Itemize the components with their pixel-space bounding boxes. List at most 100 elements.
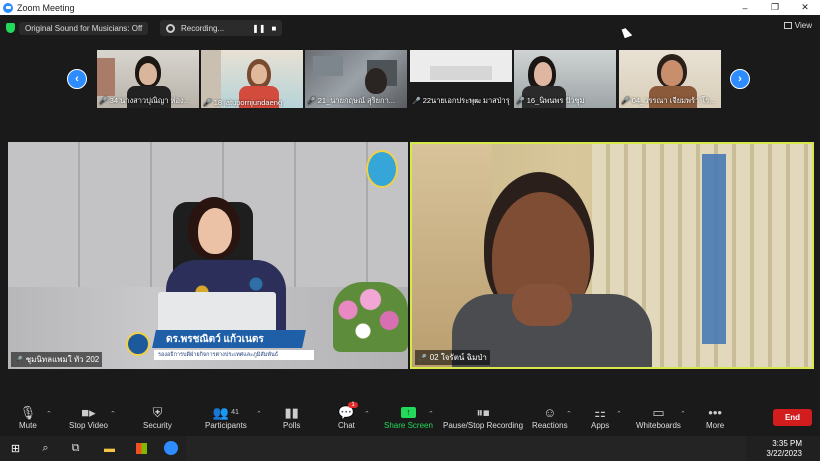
active-speaker-video[interactable]: 🎤 02 ใจรัตน์ ฉิมป่า: [410, 142, 814, 369]
apps-label: Apps: [591, 421, 610, 430]
meeting-toolbar: 🎙 Mute ⌃ ■▸ Stop Video ⌃ ⛨ Security 👥 41 …: [0, 400, 820, 436]
maximize-button[interactable]: ❐: [760, 0, 790, 15]
windows-start-icon[interactable]: ⊞: [8, 441, 23, 456]
encryption-shield-icon: [6, 23, 15, 33]
participant-strip: ‹ 🎤 34 นางสาวปุณิญา ห่อง... 🎤 18 jatupornj…: [0, 50, 820, 108]
university-seal-icon: [366, 150, 398, 188]
chat-button[interactable]: 💬 1 Chat: [338, 402, 358, 430]
participant-thumbnail[interactable]: 🎤 04_วรรณา เจียมพร้า โร...: [619, 50, 721, 108]
end-meeting-button[interactable]: End: [773, 409, 812, 426]
share-screen-icon: ↑: [400, 404, 416, 421]
chat-label: Chat: [338, 421, 355, 430]
recording-controls-label: Pause/Stop Recording: [443, 421, 524, 430]
reactions-button[interactable]: ☺ Reactions: [532, 404, 568, 430]
store-icon[interactable]: [134, 441, 149, 456]
pause-recording-button[interactable]: ❚❚: [252, 24, 265, 33]
chevron-up-icon[interactable]: ⌃: [428, 410, 434, 418]
file-explorer-icon[interactable]: ▬: [102, 441, 117, 456]
polls-icon: ▮▮: [284, 404, 299, 420]
whiteboards-button[interactable]: ▭ Whiteboards: [636, 404, 681, 431]
view-label: View: [794, 21, 812, 30]
polls-button[interactable]: ▮▮ Polls: [283, 404, 301, 431]
minimize-button[interactable]: –: [730, 0, 760, 15]
search-icon[interactable]: ⌕: [38, 441, 53, 456]
chevron-up-icon[interactable]: ⌃: [566, 410, 572, 418]
mic-muted-icon: 🎤: [412, 98, 421, 105]
close-button[interactable]: ✕: [790, 0, 820, 15]
participant-name: 34 นางสาวปุณิญา ห่อง...: [109, 96, 190, 105]
view-grid-icon: [783, 22, 792, 29]
mic-muted-icon: 🎤: [307, 98, 316, 105]
mic-muted-icon: 🎤: [516, 98, 525, 105]
banner-subtitle: รองอธิการบดีฝ่ายกิจการต่างประเทศและภูมิส…: [158, 352, 279, 358]
more-icon: •••: [708, 405, 722, 420]
original-sound-label: Original Sound for Musicians: Off: [19, 21, 149, 35]
window-title: Zoom Meeting: [17, 2, 75, 13]
participant-name: ชุมนิทลแพมใ ทัว 202: [25, 355, 100, 364]
mic-muted-icon: 🎤: [203, 99, 212, 107]
windows-taskbar: ⊞ ⌕ ⧉ ▬ 3:35 PM 3/22/2023: [0, 436, 820, 461]
participant-count: 41: [231, 409, 239, 416]
name-banner: ดร.พรชณิตว์ แก้วเนตร รองอธิการบดีฝ่ายกิจ…: [126, 330, 316, 366]
stop-recording-button[interactable]: ■: [272, 24, 277, 33]
chat-badge: 1: [348, 402, 358, 408]
chevron-up-icon[interactable]: ⌃: [256, 410, 262, 418]
pause-stop-recording-button[interactable]: ⏸⏹ Pause/Stop Recording: [443, 404, 524, 431]
participant-name: 21_นายกฤษณ์ สุริยกา...: [317, 96, 396, 105]
mute-label: Mute: [19, 421, 37, 430]
next-page-button[interactable]: ›: [730, 69, 750, 89]
participant-thumbnail[interactable]: 🎤 34 นางสาวปุณิญา ห่อง...: [97, 50, 199, 108]
polls-label: Polls: [283, 421, 301, 430]
participants-icon: 👥 41: [212, 404, 239, 420]
recording-label: Recording...: [181, 23, 225, 33]
security-label: Security: [143, 421, 172, 430]
chevron-up-icon[interactable]: ⌃: [110, 410, 116, 418]
flower-bouquet: [333, 282, 408, 352]
more-label: More: [706, 421, 725, 430]
participant-thumbnail[interactable]: 🎤 18 jatupornjundaeng: [201, 50, 303, 108]
whiteboards-label: Whiteboards: [636, 421, 681, 430]
participant-name: 04_วรรณา เจียมพร้า โร...: [631, 96, 716, 105]
meeting-topbar: Original Sound for Musicians: Off Record…: [0, 15, 820, 41]
chevron-up-icon[interactable]: ⌃: [680, 410, 686, 418]
recording-indicator: Recording... ❚❚ ■: [160, 20, 283, 36]
participant-thumbnail[interactable]: 🎤 16_นิพนพร ปัวชุม: [514, 50, 616, 108]
mic-muted-icon: 🎤: [14, 356, 23, 364]
microphone-icon: 🎙: [19, 404, 37, 420]
participants-button[interactable]: 👥 41 Participants: [205, 404, 247, 431]
banner-title: ดร.พรชณิตว์ แก้วเนตร: [166, 334, 264, 345]
stop-video-label: Stop Video: [69, 421, 108, 430]
clock-date: 3/22/2023: [766, 449, 802, 458]
whiteboard-icon: ▭: [652, 404, 665, 420]
view-button[interactable]: View: [783, 21, 812, 30]
taskbar-clock[interactable]: 3:35 PM 3/22/2023: [766, 439, 802, 459]
share-screen-button[interactable]: ↑ Share Screen: [384, 404, 433, 430]
window-controls: – ❐ ✕: [730, 0, 820, 15]
apps-button[interactable]: ⚏ Apps: [591, 404, 610, 431]
speaker-video-left[interactable]: ดร.พรชณิตว์ แก้วเนตร รองอธิการบดีฝ่ายกิจ…: [8, 142, 408, 369]
video-name-tag: 🎤 02 ใจรัตน์ ฉิมป่า: [415, 350, 490, 365]
video-name-tag: 🎤 ชุมนิทลแพมใ ทัว 202: [11, 352, 103, 367]
chevron-up-icon[interactable]: ⌃: [616, 410, 622, 418]
participants-label: Participants: [205, 421, 247, 430]
banner-seal-icon: [126, 332, 150, 356]
apps-icon: ⚏: [594, 404, 606, 420]
more-button[interactable]: ••• More: [706, 404, 724, 430]
prev-page-button[interactable]: ‹: [67, 69, 87, 89]
chevron-up-icon[interactable]: ⌃: [46, 410, 52, 418]
mute-button[interactable]: 🎙 Mute: [19, 404, 37, 431]
task-view-icon[interactable]: ⧉: [68, 441, 83, 456]
mic-muted-icon: 🎤: [621, 98, 630, 105]
participant-name: 02 ใจรัตน์ ฉิมป่า: [429, 353, 487, 362]
zoom-taskbar-icon[interactable]: [164, 441, 178, 455]
stop-video-button[interactable]: ■▸ Stop Video: [69, 404, 108, 431]
chevron-up-icon[interactable]: ⌃: [364, 410, 370, 418]
participant-thumbnail[interactable]: 🎤 21_นายกฤษณ์ สุริยกา...: [305, 50, 407, 108]
original-sound-indicator[interactable]: Original Sound for Musicians: Off: [6, 21, 149, 35]
participant-name: 18 jatupornjundaeng: [213, 98, 283, 107]
participant-name: 16_นิพนพร ปัวชุม: [526, 96, 585, 105]
participant-thumbnail[interactable]: 🎤 22นายเอกประพุฒ มาสป่ารุง: [410, 50, 512, 108]
zoom-logo-icon: [3, 2, 13, 13]
shield-icon: ⛨: [152, 404, 163, 420]
security-button[interactable]: ⛨ Security: [143, 404, 172, 431]
